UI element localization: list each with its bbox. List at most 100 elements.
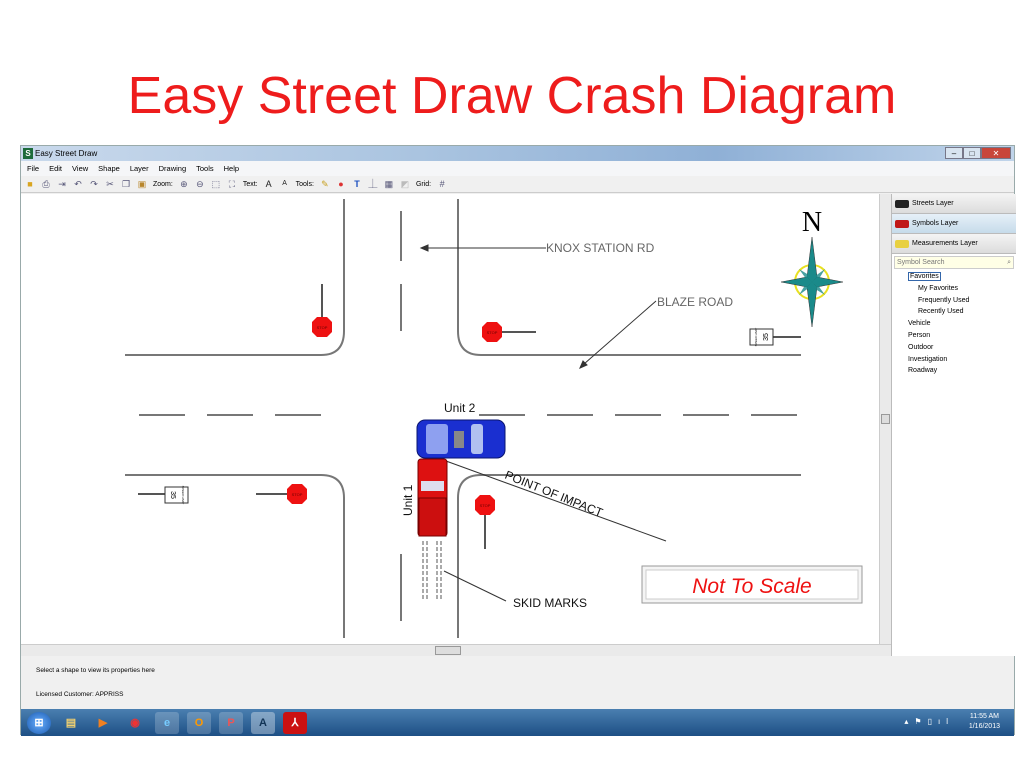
stop-sign[interactable]: STOP	[475, 495, 495, 549]
new-file-icon[interactable]: ■	[25, 179, 35, 189]
powerpoint-icon[interactable]: P	[219, 711, 243, 734]
street-label-blaze[interactable]: BLAZE ROAD	[657, 295, 733, 309]
title-bar: S Easy Street Draw – □ ✕	[21, 146, 1014, 161]
tree-item[interactable]: Frequently Used	[908, 295, 1016, 307]
callout-icon[interactable]: ●	[336, 179, 346, 189]
street-label-knox[interactable]: KNOX STATION RD	[546, 241, 655, 255]
explorer-icon[interactable]: ▤	[59, 712, 83, 734]
tree-item[interactable]: Person	[908, 330, 1016, 342]
zoom-window-icon[interactable]: ⬚	[211, 179, 221, 189]
center-lines	[139, 211, 797, 621]
street-icon	[895, 200, 909, 208]
stop-sign[interactable]: STOP	[482, 322, 536, 342]
text-smaller-icon[interactable]: A	[280, 179, 290, 189]
pencil-icon[interactable]: ✎	[320, 179, 330, 189]
system-tray-icons[interactable]: ▴⚑▯ıl	[904, 717, 954, 726]
zoom-in-icon[interactable]: ⊕	[179, 179, 189, 189]
skid-marks	[422, 541, 442, 601]
clock-time: 11:55 AM	[969, 713, 999, 720]
tree-item-favorites[interactable]: Favorites	[908, 272, 941, 281]
app-window: S Easy Street Draw – □ ✕ File Edit View Sh…	[20, 145, 1016, 736]
start-button[interactable]: ⊞	[27, 711, 51, 734]
tree-item[interactable]: My Favorites	[908, 283, 1016, 295]
scroll-thumb[interactable]	[435, 646, 461, 655]
tree-item[interactable]: Recently Used	[908, 306, 1016, 318]
menu-view[interactable]: View	[72, 161, 88, 176]
window-title: Easy Street Draw	[35, 149, 98, 158]
text-label: Text:	[242, 180, 258, 188]
streets-layer-tab[interactable]: Streets Layer	[892, 194, 1016, 214]
symbols-layer-tab[interactable]: Symbols Layer	[892, 214, 1016, 234]
tree-item[interactable]: Vehicle	[908, 318, 1016, 330]
speed-limit-value: 35	[169, 491, 176, 499]
text-larger-icon[interactable]: A	[264, 179, 274, 189]
vehicle-unit-2[interactable]	[416, 419, 506, 459]
search-icon[interactable]: ⌕	[1007, 257, 1011, 269]
internet-explorer-icon[interactable]: e	[155, 711, 179, 734]
menu-drawing[interactable]: Drawing	[159, 161, 187, 176]
acrobat-icon[interactable]: ⅄	[283, 711, 307, 734]
measurements-layer-tab[interactable]: Measurements Layer	[892, 234, 1016, 254]
speed-limit-value: 35	[763, 333, 770, 341]
export-icon[interactable]: ⇥	[57, 179, 67, 189]
maximize-button[interactable]: □	[963, 147, 981, 159]
undo-icon[interactable]: ↶	[73, 179, 83, 189]
easy-street-draw-taskbar-icon[interactable]: A	[251, 711, 275, 734]
measure-icon[interactable]: ⏊	[368, 179, 378, 189]
stop-text: STOP	[487, 330, 498, 335]
arrowhead-icon	[419, 244, 429, 252]
close-button[interactable]: ✕	[981, 147, 1011, 159]
drawing-canvas[interactable]: KNOX STATION RD BLAZE ROAD STOP STOP STO…	[21, 194, 879, 644]
menu-file[interactable]: File	[27, 161, 39, 176]
vertical-scrollbar[interactable]	[879, 194, 891, 644]
tree-item[interactable]: Roadway	[908, 365, 1016, 377]
paste-icon[interactable]: ▣	[137, 179, 147, 189]
toolbar: ■ ⎙ ⇥ ↶ ↷ ✂ ❐ ▣ Zoom: ⊕ ⊖ ⬚ ⛶ Text: A A …	[21, 176, 1014, 193]
print-icon[interactable]: ⎙	[41, 179, 51, 189]
speed-limit-caption: SPEED LIMIT	[754, 327, 758, 346]
speed-limit-sign[interactable]: 35 SPEED LIMIT	[138, 486, 189, 505]
media-player-icon[interactable]: ▶	[91, 712, 115, 734]
menu-help[interactable]: Help	[224, 161, 239, 176]
north-label: N	[802, 207, 822, 238]
scroll-thumb[interactable]	[881, 414, 890, 424]
menu-tools[interactable]: Tools	[196, 161, 214, 176]
cut-icon[interactable]: ✂	[105, 179, 115, 189]
stop-sign[interactable]: STOP	[312, 284, 332, 337]
tools-label: Tools:	[295, 180, 314, 188]
menu-layer[interactable]: Layer	[130, 161, 149, 176]
taskbar: ⊞ ▤ ▶ ◉ e O P A ⅄ ▴⚑▯ıl 11:55 AM 1/16/201…	[21, 709, 1014, 736]
grid-icon[interactable]: #	[437, 179, 447, 189]
layer-label: Measurements Layer	[912, 240, 978, 247]
copy-icon[interactable]: ❐	[121, 179, 131, 189]
north-arrow-compass[interactable]: N	[780, 207, 844, 328]
stop-sign[interactable]: STOP	[256, 484, 307, 504]
unit-2-label[interactable]: Unit 2	[444, 401, 476, 415]
zoom-out-icon[interactable]: ⊖	[195, 179, 205, 189]
chrome-icon[interactable]: ◉	[123, 712, 147, 734]
symbol-search-input[interactable]: Symbol Search ⌕	[894, 256, 1014, 269]
not-to-scale-box[interactable]: Not To Scale	[641, 565, 863, 604]
image-icon[interactable]: ▦	[384, 179, 394, 189]
speed-limit-sign[interactable]: SPEED LIMIT 35	[749, 327, 801, 346]
horizontal-scrollbar[interactable]	[21, 644, 891, 656]
zoom-fit-icon[interactable]: ⛶	[227, 179, 237, 189]
tree-item[interactable]: Outdoor	[908, 342, 1016, 354]
stop-text: STOP	[317, 325, 328, 330]
clock[interactable]: 11:55 AM 1/16/2013	[969, 712, 1000, 732]
outlook-icon[interactable]: O	[187, 711, 211, 734]
eraser-icon[interactable]: ◩	[400, 179, 410, 189]
tree-item[interactable]: Investigation	[908, 354, 1016, 366]
properties-hint: Select a shape to view its properties he…	[36, 667, 155, 674]
text-tool-icon[interactable]: T	[352, 179, 362, 189]
clock-date: 1/16/2013	[968, 723, 1000, 730]
skid-marks-label[interactable]: SKID MARKS	[513, 596, 587, 610]
minimize-button[interactable]: –	[945, 147, 963, 159]
slide-title: Easy Street Draw Crash Diagram	[127, 67, 897, 125]
menu-edit[interactable]: Edit	[49, 161, 62, 176]
unit-1-label[interactable]: Unit 1	[401, 484, 415, 516]
menu-shape[interactable]: Shape	[98, 161, 120, 176]
redo-icon[interactable]: ↷	[89, 179, 99, 189]
license-text: Licensed Customer: APPRISS	[36, 691, 124, 698]
vehicle-unit-1[interactable]	[417, 458, 448, 537]
